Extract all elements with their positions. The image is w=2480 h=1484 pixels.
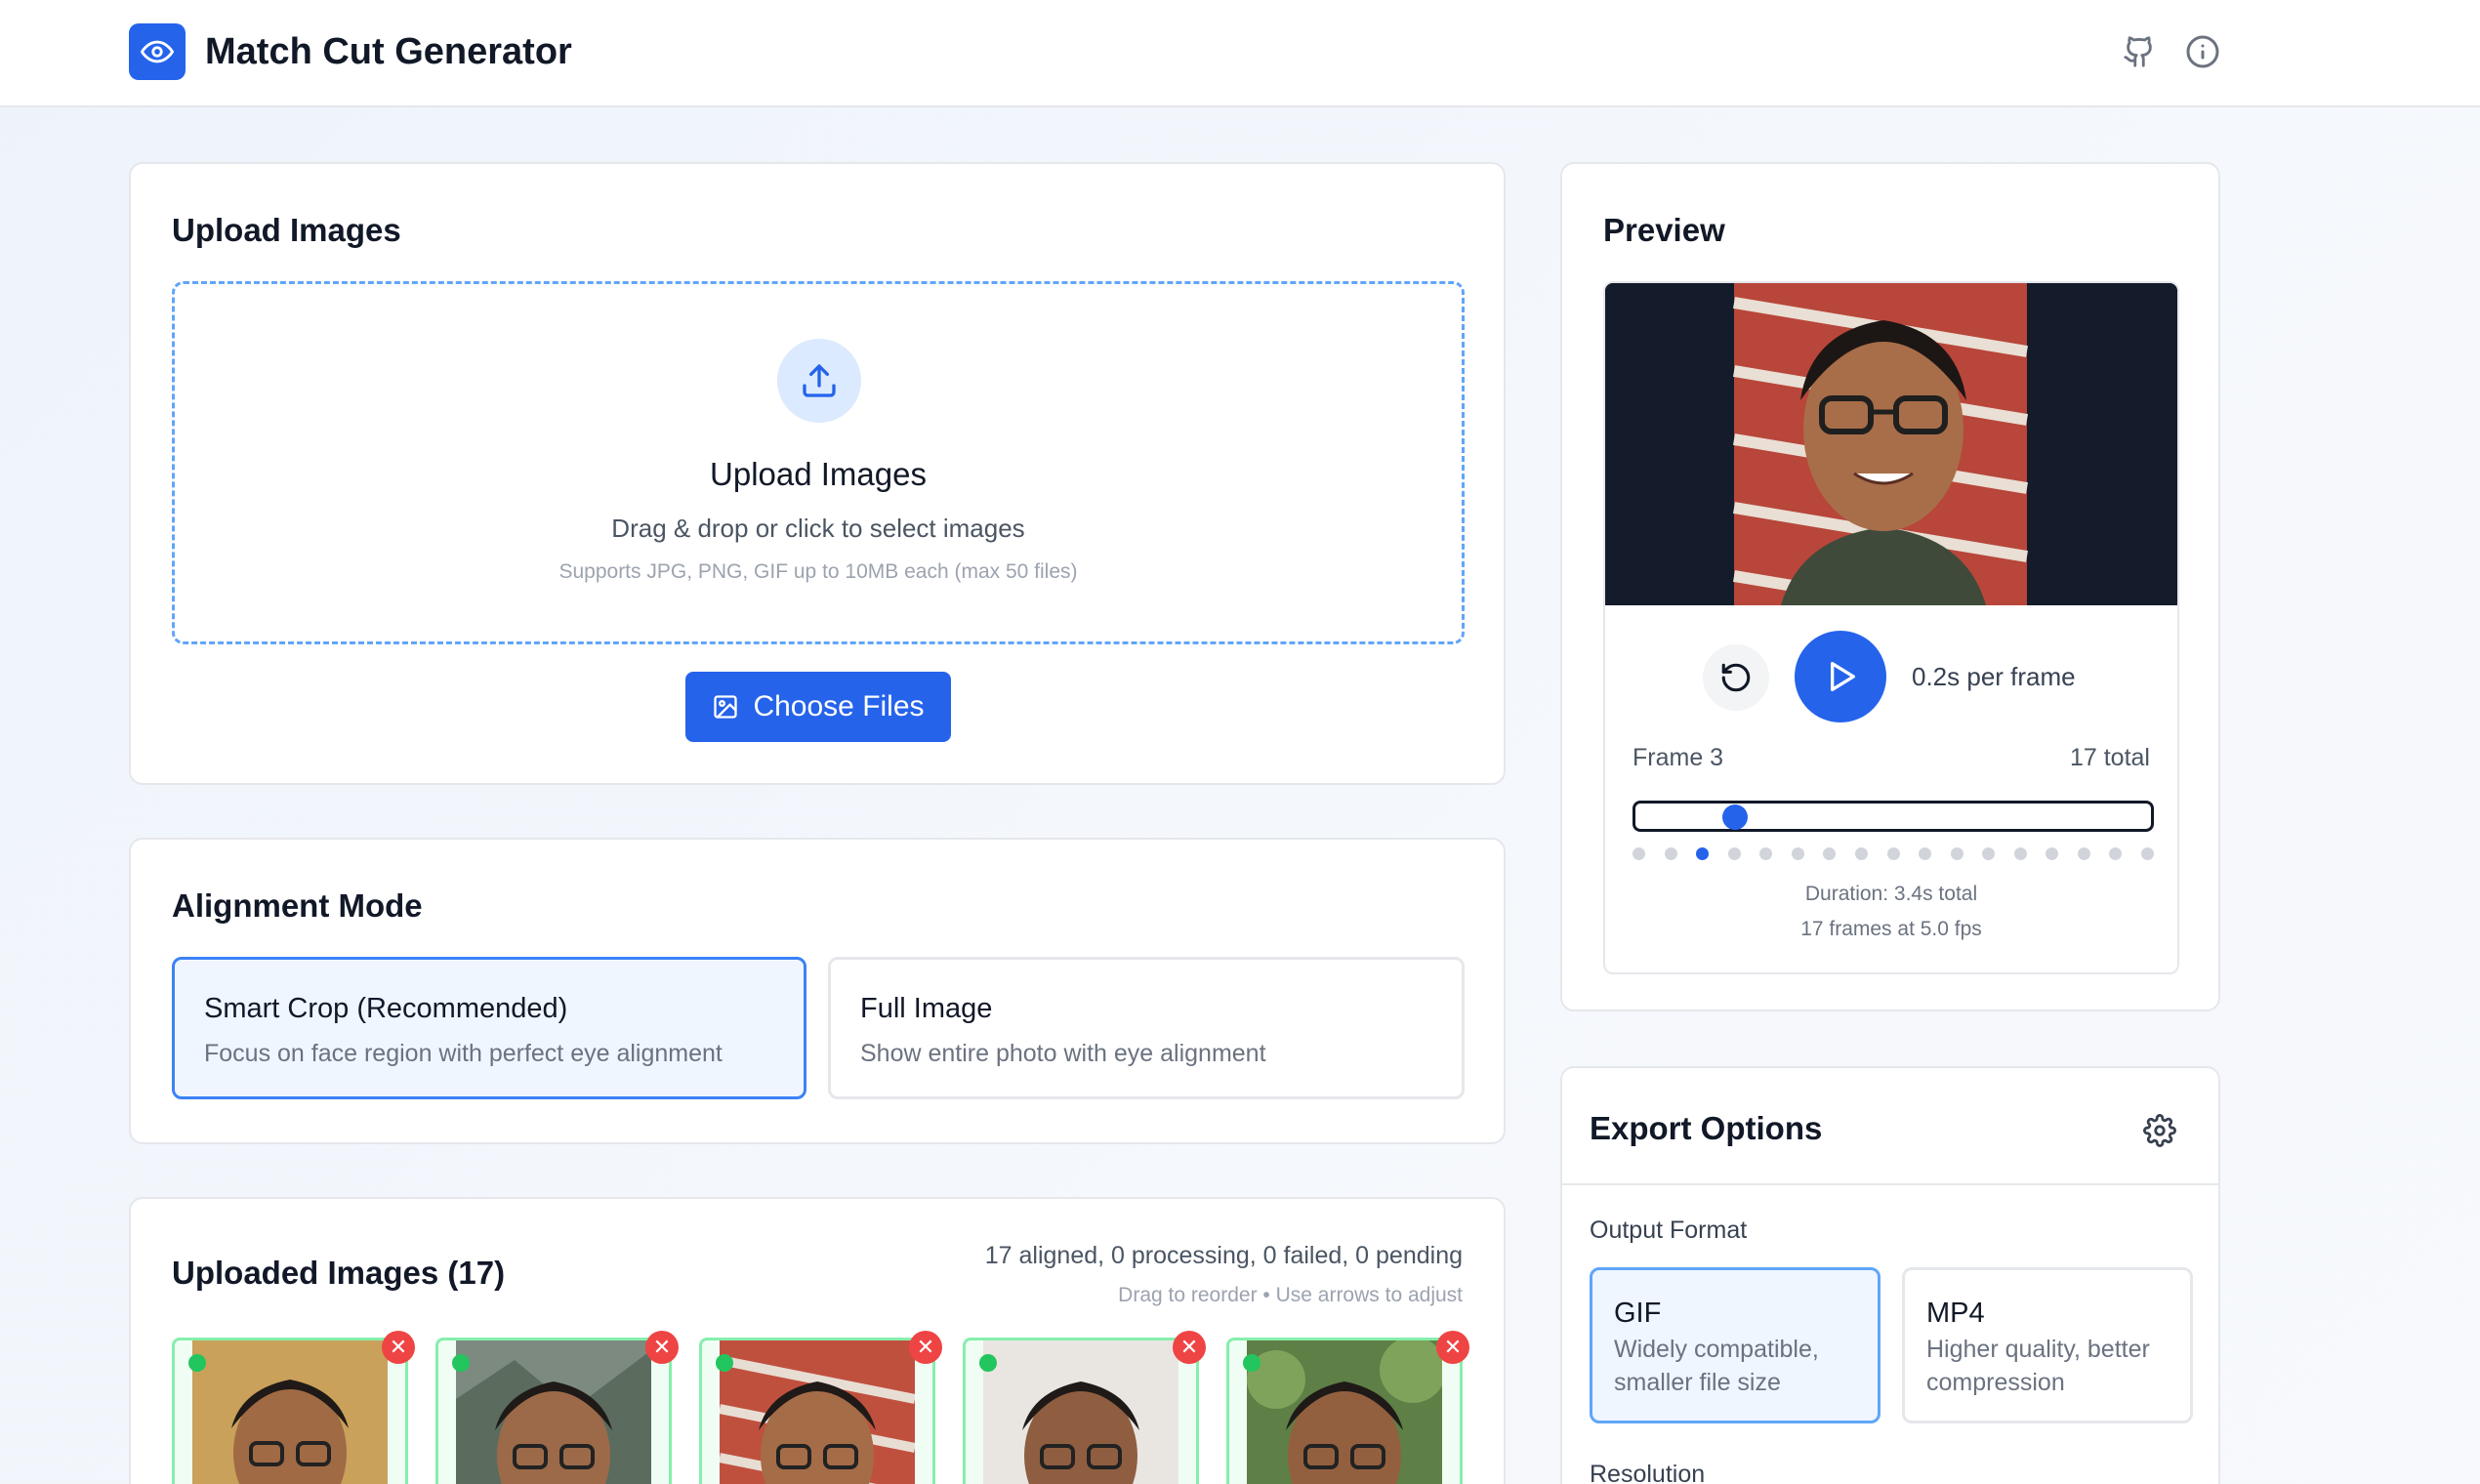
- remove-image-button[interactable]: ✕: [382, 1331, 415, 1364]
- resolution-label: Resolution: [1590, 1461, 1706, 1484]
- uploaded-images-card: Uploaded Images (17) 17 aligned, 0 proce…: [129, 1197, 1506, 1484]
- frame-dot[interactable]: [1759, 847, 1773, 860]
- frames-info-label: 17 frames at 5.0 fps: [1800, 918, 1982, 940]
- image-thumbnail[interactable]: ✕: [1226, 1331, 1469, 1484]
- aligned-status-dot: [188, 1354, 206, 1372]
- thumbnail-image: [983, 1340, 1178, 1484]
- current-frame-label: Frame 3: [1633, 744, 1724, 771]
- remove-image-button[interactable]: ✕: [1173, 1331, 1206, 1364]
- choose-files-button[interactable]: Choose Files: [685, 672, 951, 742]
- upload-card: Upload Images Upload Images Drag & drop …: [129, 162, 1506, 785]
- aligned-status-dot: [716, 1354, 733, 1372]
- alignment-card: Alignment Mode Smart Crop (Recommended) …: [129, 838, 1506, 1144]
- eye-icon: [141, 40, 174, 63]
- mode-option-title: Full Image: [860, 993, 993, 1024]
- rotate-ccw-icon: [1721, 663, 1751, 692]
- frame-dot[interactable]: [1950, 847, 1963, 860]
- upload-icon-circle: [777, 339, 861, 423]
- frame-slider[interactable]: [1633, 801, 2154, 832]
- frame-dot[interactable]: [2077, 847, 2090, 860]
- preview-title: Preview: [1603, 212, 1725, 248]
- dropzone-hint: Supports JPG, PNG, GIF up to 10MB each (…: [558, 560, 1078, 583]
- mode-option-description: Show entire photo with eye alignment: [860, 1040, 1266, 1067]
- frame-dots: [1633, 847, 2154, 861]
- mode-option-smart-crop[interactable]: Smart Crop (Recommended) Focus on face r…: [172, 957, 806, 1099]
- aligned-status-dot: [452, 1354, 470, 1372]
- frame-dot[interactable]: [2046, 847, 2059, 860]
- uploaded-images-title: Uploaded Images (17): [172, 1255, 506, 1291]
- frame-slider-handle[interactable]: [1722, 804, 1748, 830]
- export-title: Export Options: [1590, 1110, 1823, 1146]
- frame-dot[interactable]: [1919, 847, 1932, 860]
- speed-label: 0.2s per frame: [1912, 662, 2076, 691]
- duration-label: Duration: 3.4s total: [1804, 883, 1978, 905]
- upload-card-title: Upload Images: [172, 212, 401, 248]
- frame-dot[interactable]: [1633, 847, 1645, 860]
- total-frames-label: 17 total: [2069, 744, 2150, 771]
- alignment-card-title: Alignment Mode: [172, 887, 423, 924]
- format-title: GIF: [1614, 1298, 1662, 1329]
- app-title: Match Cut Generator: [205, 31, 572, 72]
- choose-files-label: Choose Files: [753, 690, 925, 722]
- frame-dot[interactable]: [2109, 847, 2123, 860]
- remove-image-button[interactable]: ✕: [909, 1331, 942, 1364]
- app-header: Match Cut Generator: [0, 0, 2480, 107]
- mode-option-title: Smart Crop (Recommended): [204, 993, 568, 1024]
- image-thumbnail[interactable]: ✕: [435, 1331, 679, 1484]
- frame-dot[interactable]: [1982, 847, 1996, 860]
- thumbnail-image: [720, 1340, 915, 1484]
- format-description: Widely compatible, smaller file size: [1614, 1336, 1819, 1396]
- upload-icon: [803, 364, 836, 397]
- app-logo: [129, 23, 186, 80]
- dropzone-subtitle: Drag & drop or click to select images: [611, 514, 1025, 543]
- dropzone-title: Upload Images: [710, 456, 927, 492]
- thumbnail-image: [456, 1340, 651, 1484]
- frame-dot[interactable]: [2141, 847, 2154, 860]
- frame-dot[interactable]: [1664, 847, 1677, 860]
- mode-option-full-image[interactable]: Full Image Show entire photo with eye al…: [828, 957, 1465, 1099]
- reset-button[interactable]: [1703, 644, 1769, 711]
- aligned-status-dot: [979, 1354, 997, 1372]
- image-thumbnail[interactable]: ✕: [699, 1331, 942, 1484]
- export-divider: [1562, 1183, 2218, 1185]
- frame-dot[interactable]: [1823, 847, 1837, 860]
- info-icon[interactable]: [2182, 31, 2223, 72]
- preview-player: 0.2s per frame Frame 3 17 total Duration…: [1603, 281, 2179, 974]
- alignment-status: 17 aligned, 0 processing, 0 failed, 0 pe…: [984, 1242, 1463, 1269]
- frame-dot[interactable]: [1886, 847, 1900, 860]
- play-icon: [1831, 662, 1855, 691]
- remove-image-button[interactable]: ✕: [1436, 1331, 1469, 1364]
- thumbnail-image: [192, 1340, 388, 1484]
- mode-option-description: Focus on face region with perfect eye al…: [204, 1040, 723, 1067]
- thumbnail-image: [1247, 1340, 1442, 1484]
- gear-icon[interactable]: [2140, 1111, 2179, 1150]
- play-button[interactable]: [1795, 631, 1886, 722]
- upload-dropzone[interactable]: Upload Images Drag & drop or click to se…: [172, 281, 1465, 644]
- frame-dot[interactable]: [1854, 847, 1868, 860]
- output-format-label: Output Format: [1590, 1216, 1748, 1244]
- aligned-status-dot: [1243, 1354, 1261, 1372]
- image-thumbnail[interactable]: ✕: [172, 1331, 415, 1484]
- image-icon: [714, 695, 738, 719]
- reorder-hint: Drag to reorder • Use arrows to adjust: [1118, 1284, 1463, 1306]
- remove-image-button[interactable]: ✕: [645, 1331, 679, 1364]
- image-thumbnail[interactable]: ✕: [963, 1331, 1206, 1484]
- frame-dot[interactable]: [1727, 847, 1741, 860]
- format-title: MP4: [1926, 1298, 1985, 1329]
- format-description: Higher quality, better compression: [1926, 1336, 2150, 1396]
- frame-dot[interactable]: [2013, 847, 2027, 860]
- frame-dot[interactable]: [1696, 847, 1710, 860]
- format-option-mp4[interactable]: MP4 Higher quality, better compression: [1902, 1267, 2193, 1423]
- github-icon[interactable]: [2119, 31, 2160, 72]
- preview-frame-image: [1605, 283, 2177, 605]
- format-option-gif[interactable]: GIF Widely compatible, smaller file size: [1590, 1267, 1881, 1423]
- export-card: Export Options Output Format GIF Widely …: [1560, 1066, 2220, 1484]
- frame-dot[interactable]: [1791, 847, 1804, 860]
- preview-card: Preview 0.2s per frame Frame 3 17 total …: [1560, 162, 2220, 1011]
